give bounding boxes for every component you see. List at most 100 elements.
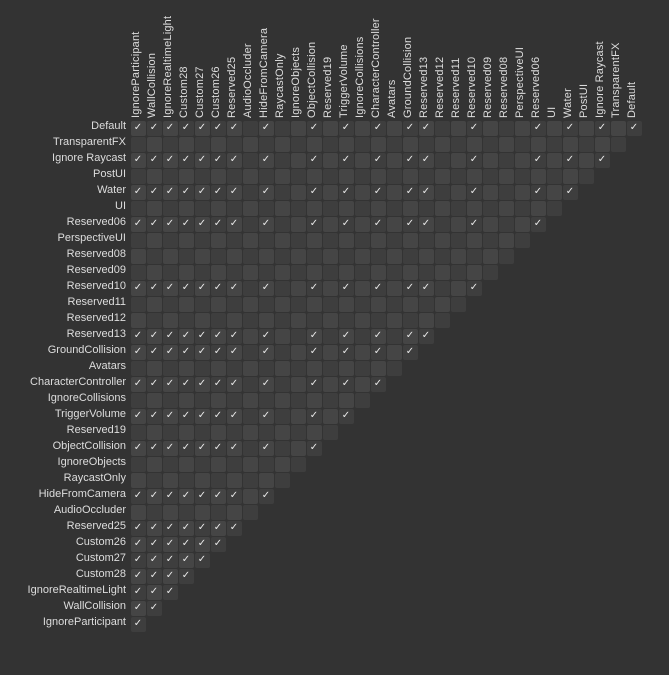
- collision-checkbox[interactable]: [179, 137, 194, 152]
- collision-checkbox[interactable]: [371, 345, 386, 360]
- collision-checkbox[interactable]: [259, 121, 274, 136]
- collision-checkbox[interactable]: [259, 441, 274, 456]
- collision-checkbox[interactable]: [547, 201, 562, 216]
- collision-checkbox[interactable]: [243, 121, 258, 136]
- collision-checkbox[interactable]: [355, 249, 370, 264]
- collision-checkbox[interactable]: [419, 169, 434, 184]
- collision-checkbox[interactable]: [435, 297, 450, 312]
- collision-checkbox[interactable]: [195, 201, 210, 216]
- collision-checkbox[interactable]: [147, 409, 162, 424]
- collision-checkbox[interactable]: [275, 361, 290, 376]
- collision-checkbox[interactable]: [131, 473, 146, 488]
- collision-checkbox[interactable]: [403, 249, 418, 264]
- collision-checkbox[interactable]: [435, 137, 450, 152]
- collision-checkbox[interactable]: [467, 281, 482, 296]
- collision-checkbox[interactable]: [291, 409, 306, 424]
- collision-checkbox[interactable]: [147, 345, 162, 360]
- collision-checkbox[interactable]: [339, 217, 354, 232]
- collision-checkbox[interactable]: [579, 169, 594, 184]
- collision-checkbox[interactable]: [275, 249, 290, 264]
- collision-checkbox[interactable]: [323, 217, 338, 232]
- collision-checkbox[interactable]: [147, 313, 162, 328]
- collision-checkbox[interactable]: [211, 297, 226, 312]
- collision-checkbox[interactable]: [211, 473, 226, 488]
- collision-checkbox[interactable]: [195, 121, 210, 136]
- collision-checkbox[interactable]: [371, 153, 386, 168]
- collision-checkbox[interactable]: [435, 217, 450, 232]
- collision-checkbox[interactable]: [227, 345, 242, 360]
- collision-checkbox[interactable]: [227, 249, 242, 264]
- collision-checkbox[interactable]: [419, 249, 434, 264]
- collision-checkbox[interactable]: [515, 169, 530, 184]
- collision-checkbox[interactable]: [275, 153, 290, 168]
- collision-checkbox[interactable]: [163, 521, 178, 536]
- collision-checkbox[interactable]: [243, 441, 258, 456]
- collision-checkbox[interactable]: [291, 297, 306, 312]
- collision-checkbox[interactable]: [339, 409, 354, 424]
- collision-checkbox[interactable]: [211, 185, 226, 200]
- collision-checkbox[interactable]: [163, 153, 178, 168]
- collision-checkbox[interactable]: [163, 393, 178, 408]
- collision-checkbox[interactable]: [243, 313, 258, 328]
- collision-checkbox[interactable]: [371, 169, 386, 184]
- collision-checkbox[interactable]: [211, 153, 226, 168]
- collision-checkbox[interactable]: [179, 297, 194, 312]
- collision-checkbox[interactable]: [131, 345, 146, 360]
- collision-checkbox[interactable]: [243, 281, 258, 296]
- collision-checkbox[interactable]: [243, 201, 258, 216]
- collision-checkbox[interactable]: [371, 217, 386, 232]
- collision-checkbox[interactable]: [307, 409, 322, 424]
- collision-checkbox[interactable]: [243, 425, 258, 440]
- collision-checkbox[interactable]: [531, 185, 546, 200]
- collision-checkbox[interactable]: [195, 537, 210, 552]
- collision-checkbox[interactable]: [163, 425, 178, 440]
- collision-checkbox[interactable]: [339, 185, 354, 200]
- collision-checkbox[interactable]: [355, 233, 370, 248]
- collision-checkbox[interactable]: [227, 521, 242, 536]
- collision-checkbox[interactable]: [323, 137, 338, 152]
- collision-checkbox[interactable]: [419, 265, 434, 280]
- collision-checkbox[interactable]: [323, 233, 338, 248]
- collision-checkbox[interactable]: [563, 137, 578, 152]
- collision-checkbox[interactable]: [195, 249, 210, 264]
- collision-checkbox[interactable]: [131, 617, 146, 632]
- collision-checkbox[interactable]: [355, 329, 370, 344]
- collision-checkbox[interactable]: [275, 457, 290, 472]
- collision-checkbox[interactable]: [259, 313, 274, 328]
- collision-checkbox[interactable]: [547, 137, 562, 152]
- collision-checkbox[interactable]: [451, 265, 466, 280]
- collision-checkbox[interactable]: [435, 313, 450, 328]
- collision-checkbox[interactable]: [147, 249, 162, 264]
- collision-checkbox[interactable]: [275, 393, 290, 408]
- collision-checkbox[interactable]: [275, 473, 290, 488]
- collision-checkbox[interactable]: [147, 201, 162, 216]
- collision-checkbox[interactable]: [131, 281, 146, 296]
- collision-checkbox[interactable]: [179, 489, 194, 504]
- collision-checkbox[interactable]: [291, 217, 306, 232]
- collision-checkbox[interactable]: [259, 377, 274, 392]
- collision-checkbox[interactable]: [355, 265, 370, 280]
- collision-checkbox[interactable]: [131, 265, 146, 280]
- collision-checkbox[interactable]: [291, 201, 306, 216]
- collision-checkbox[interactable]: [515, 185, 530, 200]
- collision-checkbox[interactable]: [547, 169, 562, 184]
- collision-checkbox[interactable]: [275, 345, 290, 360]
- collision-checkbox[interactable]: [243, 393, 258, 408]
- collision-checkbox[interactable]: [227, 185, 242, 200]
- collision-checkbox[interactable]: [147, 137, 162, 152]
- collision-checkbox[interactable]: [323, 281, 338, 296]
- collision-checkbox[interactable]: [275, 137, 290, 152]
- collision-checkbox[interactable]: [339, 233, 354, 248]
- collision-checkbox[interactable]: [179, 329, 194, 344]
- collision-checkbox[interactable]: [131, 297, 146, 312]
- collision-checkbox[interactable]: [227, 281, 242, 296]
- collision-checkbox[interactable]: [147, 441, 162, 456]
- collision-checkbox[interactable]: [403, 137, 418, 152]
- collision-checkbox[interactable]: [307, 233, 322, 248]
- collision-checkbox[interactable]: [403, 233, 418, 248]
- collision-checkbox[interactable]: [387, 201, 402, 216]
- collision-checkbox[interactable]: [531, 137, 546, 152]
- collision-checkbox[interactable]: [163, 201, 178, 216]
- collision-checkbox[interactable]: [579, 153, 594, 168]
- collision-checkbox[interactable]: [163, 185, 178, 200]
